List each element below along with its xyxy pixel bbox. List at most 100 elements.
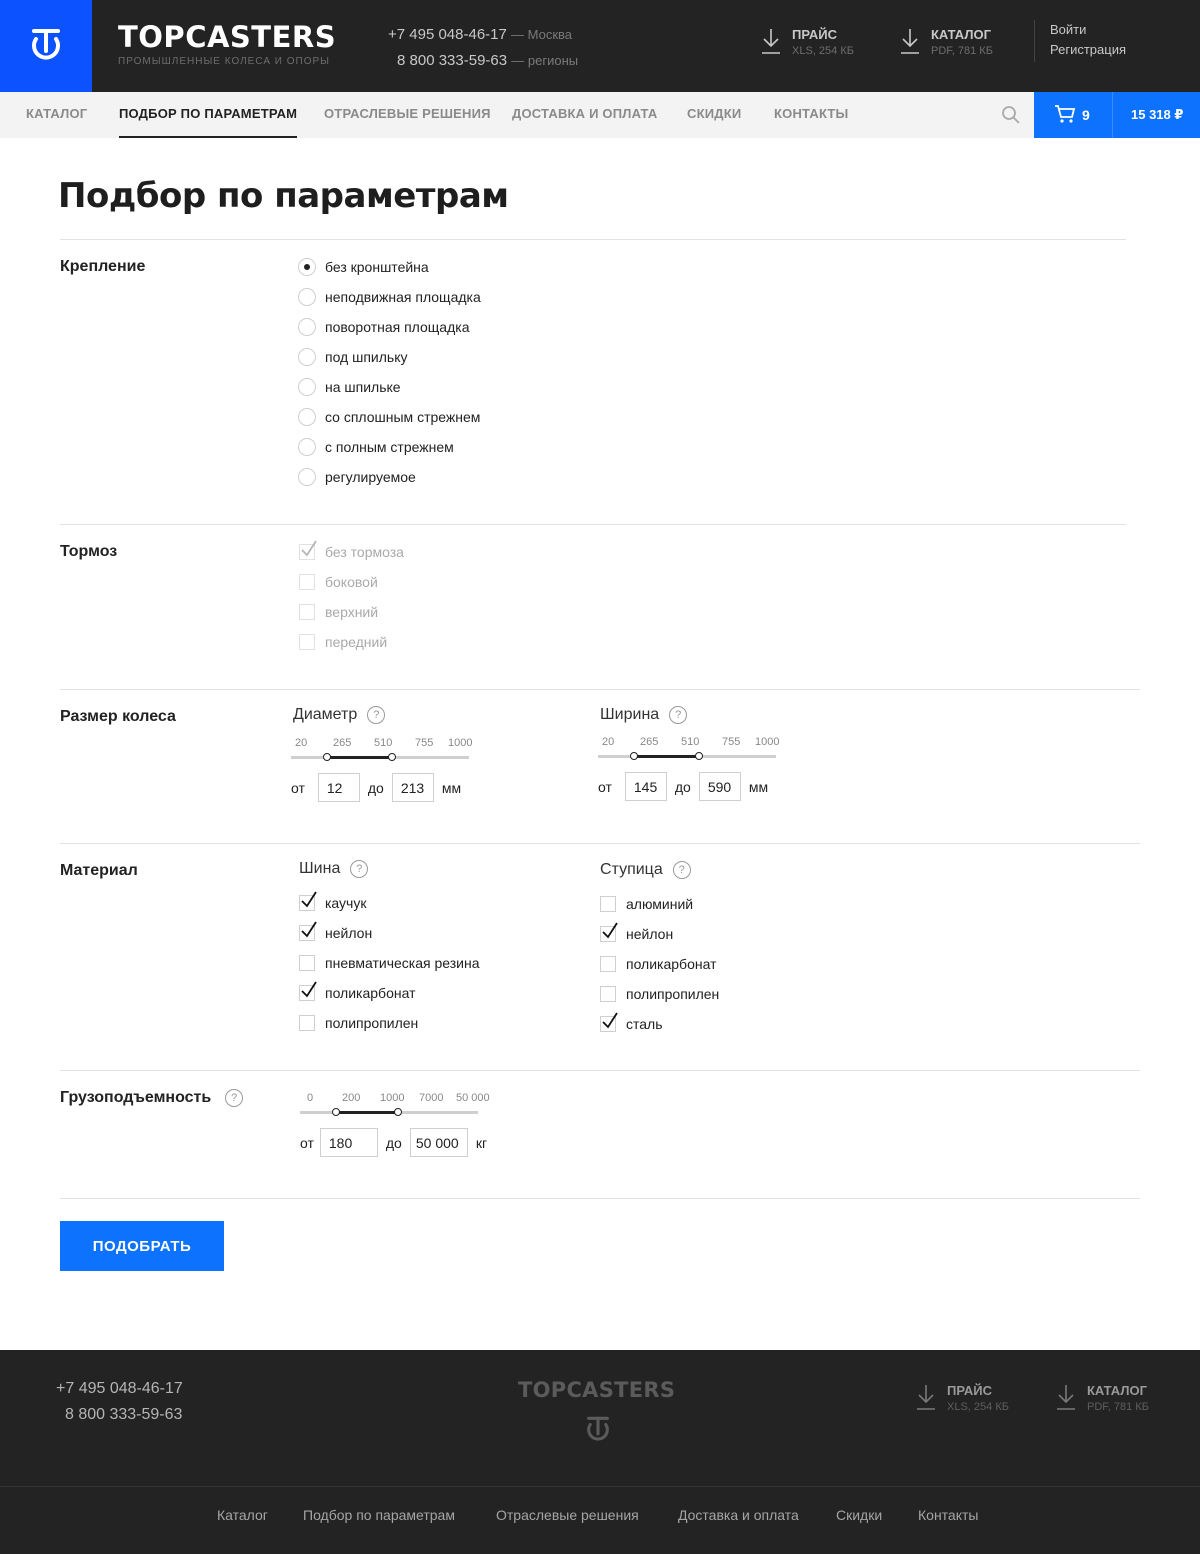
mount-option[interactable]: регулируемое xyxy=(298,467,416,487)
hub-option[interactable]: сталь xyxy=(600,1012,663,1034)
width-to-input[interactable] xyxy=(698,772,741,801)
mount-option[interactable]: без кронштейна xyxy=(298,257,429,277)
footer-link-contacts[interactable]: Контакты xyxy=(918,1507,978,1523)
load-title-text: Грузоподъемность xyxy=(60,1089,212,1106)
mount-option[interactable]: со сплошным стрежнем xyxy=(298,407,480,427)
footer-phone-regions[interactable]: 8 800 333-59-63 xyxy=(56,1402,183,1428)
submit-button[interactable]: ПОДОБРАТЬ xyxy=(60,1221,224,1271)
tire-option[interactable]: полипропилен xyxy=(299,1013,418,1033)
brand[interactable]: TOPCASTERS ПРОМЫШЛЕННЫЕ КОЛЕСА И ОПОРЫ xyxy=(118,20,336,67)
logo-icon[interactable] xyxy=(0,0,92,92)
width-slider[interactable] xyxy=(598,752,776,760)
radio[interactable] xyxy=(298,288,316,306)
footer-link-delivery[interactable]: Доставка и оплата xyxy=(678,1507,799,1523)
tire-option[interactable]: каучук xyxy=(299,891,366,913)
checkbox[interactable] xyxy=(600,986,616,1002)
footer-link-industry[interactable]: Отраслевые решения xyxy=(496,1507,639,1523)
catalog-download[interactable]: КАТАЛОГ PDF, 781 КБ xyxy=(899,26,993,58)
slider-handle-min[interactable] xyxy=(322,753,331,761)
slider-handle-min[interactable] xyxy=(331,1108,340,1116)
diameter-from-input[interactable] xyxy=(317,773,360,802)
help-icon[interactable]: ? xyxy=(672,861,691,879)
load-to-input[interactable] xyxy=(409,1128,468,1157)
radio[interactable] xyxy=(298,468,316,486)
nav-discounts[interactable]: СКИДКИ xyxy=(687,92,741,138)
mount-option[interactable]: поворотная площадка xyxy=(298,317,469,337)
nav-param-search[interactable]: ПОДБОР ПО ПАРАМЕТРАМ xyxy=(119,92,298,138)
footer-link-catalog[interactable]: Каталог xyxy=(217,1507,268,1523)
slider-handle-max[interactable] xyxy=(393,1108,402,1116)
tire-option[interactable]: пневматическая резина xyxy=(299,953,480,973)
checkbox-checked[interactable] xyxy=(600,1012,618,1032)
cart-button[interactable]: 9 15 318 ₽ xyxy=(1034,92,1200,138)
download-icon xyxy=(1057,1385,1075,1410)
footer-price-download[interactable]: ПРАЙС XLS, 254 КБ xyxy=(915,1382,1009,1414)
footer-brand-name[interactable]: TOPCASTERS xyxy=(518,1378,675,1402)
load-slider[interactable] xyxy=(300,1108,478,1116)
help-icon[interactable]: ? xyxy=(367,706,386,724)
search-icon[interactable] xyxy=(1000,104,1022,126)
diameter-to-input[interactable] xyxy=(391,773,434,802)
checkbox-checked[interactable] xyxy=(299,981,317,1001)
checkbox-checked[interactable] xyxy=(299,891,317,911)
width-from-input[interactable] xyxy=(624,772,667,801)
radio[interactable] xyxy=(298,408,316,426)
price-download[interactable]: ПРАЙС XLS, 254 КБ xyxy=(760,26,854,58)
hub-option[interactable]: поликарбонат xyxy=(600,954,716,974)
tire-option[interactable]: нейлон xyxy=(299,921,372,943)
nav-delivery-payment[interactable]: ДОСТАВКА И ОПЛАТА xyxy=(512,92,657,138)
radio[interactable] xyxy=(298,318,316,336)
scale-tick: 265 xyxy=(640,736,659,748)
hub-option[interactable]: нейлон xyxy=(600,922,673,944)
from-label: от xyxy=(300,1134,314,1151)
tire-option-label: поликарбонат xyxy=(325,985,416,1001)
slider-handle-max[interactable] xyxy=(388,753,397,761)
load-title: Грузоподъемность? xyxy=(60,1089,244,1107)
mount-option[interactable]: на шпильке xyxy=(298,377,401,397)
help-icon[interactable]: ? xyxy=(225,1089,244,1107)
mount-option[interactable]: под шпильку xyxy=(298,347,408,367)
nav-industry-solutions[interactable]: ОТРАСЛЕВЫЕ РЕШЕНИЯ xyxy=(324,92,491,138)
checkbox[interactable] xyxy=(600,956,616,972)
mount-option[interactable]: неподвижная площадка xyxy=(298,287,481,307)
mount-option[interactable]: с полным стрежнем xyxy=(298,437,454,457)
brake-option: без тормоза xyxy=(299,540,404,562)
slider-handle-min[interactable] xyxy=(629,752,638,760)
tire-option[interactable]: поликарбонат xyxy=(299,981,416,1003)
checkbox-checked[interactable] xyxy=(299,921,317,941)
login-link[interactable]: Войти xyxy=(1050,20,1126,40)
checkbox[interactable] xyxy=(299,955,315,971)
nav-contacts[interactable]: КОНТАКТЫ xyxy=(774,92,848,138)
radio[interactable] xyxy=(298,438,316,456)
slider-handle-max[interactable] xyxy=(695,752,704,760)
checkbox-checked[interactable] xyxy=(600,922,618,942)
checkbox[interactable] xyxy=(600,896,616,912)
radio[interactable] xyxy=(298,378,316,396)
footer-catalog-meta: PDF, 781 КБ xyxy=(1087,1401,1149,1413)
load-from-input[interactable] xyxy=(319,1128,378,1157)
footer-link-param-search[interactable]: Подбор по параметрам xyxy=(303,1507,455,1523)
hub-option[interactable]: алюминий xyxy=(600,894,693,914)
logo-icon[interactable] xyxy=(584,1414,612,1446)
hub-option[interactable]: полипропилен xyxy=(600,984,719,1004)
footer-catalog-download[interactable]: КАТАЛОГ PDF, 781 КБ xyxy=(1055,1382,1149,1414)
wheel-size-title: Размер колеса xyxy=(60,708,176,725)
diameter-slider[interactable] xyxy=(291,753,469,761)
hub-option-label: сталь xyxy=(626,1016,663,1032)
phone-regions[interactable]: 8 800 333-59-63 xyxy=(397,52,507,69)
radio[interactable] xyxy=(298,348,316,366)
checkbox[interactable] xyxy=(299,1015,315,1031)
auth-links: Войти Регистрация xyxy=(1034,20,1126,62)
radio-selected[interactable] xyxy=(298,258,316,276)
scale-tick: 1000 xyxy=(755,736,780,748)
scale-tick: 510 xyxy=(374,737,393,749)
phone-moscow[interactable]: +7 495 048-46-17 xyxy=(388,26,507,43)
page-title: Подбор по параметрам xyxy=(58,176,509,216)
footer-link-discounts[interactable]: Скидки xyxy=(836,1507,882,1523)
footer-phone-moscow[interactable]: +7 495 048-46-17 xyxy=(56,1376,183,1402)
help-icon[interactable]: ? xyxy=(669,706,688,724)
help-icon[interactable]: ? xyxy=(350,860,369,878)
scale-tick: 50 000 xyxy=(456,1092,490,1104)
nav-catalog[interactable]: КАТАЛОГ xyxy=(26,92,87,138)
register-link[interactable]: Регистрация xyxy=(1050,40,1126,60)
